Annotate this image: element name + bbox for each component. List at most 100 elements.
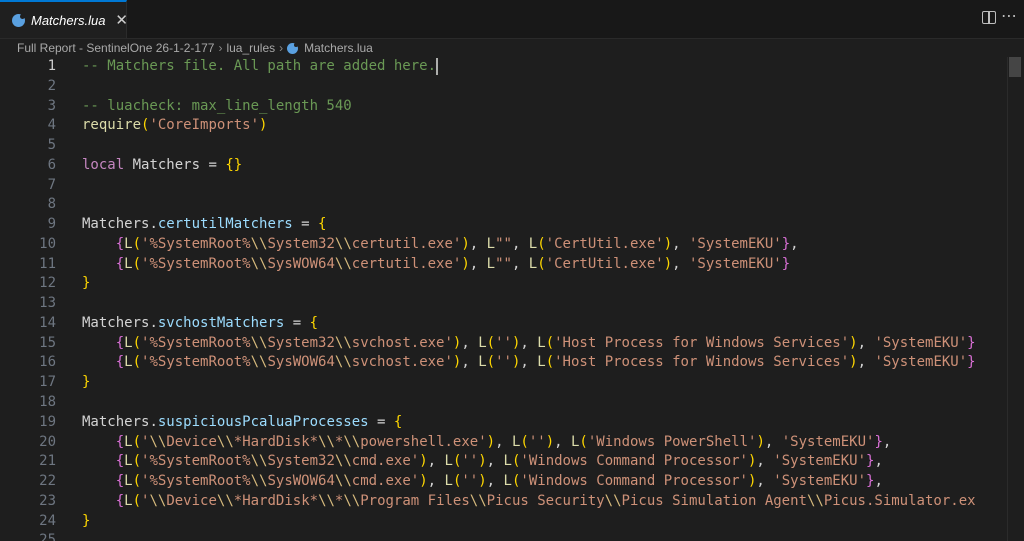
code-token: ): [419, 473, 428, 490]
code-line[interactable]: Matchers.svchostMatchers = {: [82, 314, 1022, 334]
code-token: '': [495, 334, 512, 351]
tab-matchers-lua[interactable]: Matchers.lua ✕: [0, 0, 128, 38]
code-token: L: [124, 492, 133, 509]
line-number: 22: [39, 473, 56, 490]
code-line[interactable]: local Matchers = {}: [82, 156, 1022, 176]
code-token: {: [115, 492, 125, 509]
line-number: 16: [39, 354, 56, 371]
code-token: L: [444, 473, 453, 490]
line-number: 3: [47, 97, 56, 114]
code-token: ,: [427, 453, 445, 470]
split-editor-icon[interactable]: [982, 11, 996, 24]
code-line[interactable]: require('CoreImports'): [82, 116, 1022, 136]
lua-file-icon: [12, 13, 25, 27]
code-token: '': [495, 354, 512, 371]
code-line[interactable]: Matchers.certutilMatchers = {: [82, 215, 1022, 235]
breadcrumb-folder-lua-rules[interactable]: lua_rules: [226, 41, 275, 55]
code-token: (: [132, 235, 142, 252]
code-token: L: [528, 235, 538, 252]
line-number: 17: [39, 374, 56, 391]
code-line[interactable]: {L('%SystemRoot%\\System32\\svchost.exe'…: [82, 334, 1022, 354]
code-token: 'SystemEKU': [781, 433, 875, 450]
code-line[interactable]: }: [82, 274, 1022, 294]
code-editor[interactable]: 1 2 3 4 5 6 7 8 9 10 11 12 13 14 15 16 17 18 19 20 21 22 23 24 2…: [0, 57, 1024, 541]
code-token: .: [149, 413, 158, 430]
line-number: 19: [39, 413, 56, 430]
code-token: svchostMatchers: [157, 314, 285, 331]
code-line[interactable]: {L('\\Device\\*HardDisk*\\*\\Program Fil…: [82, 492, 1022, 512]
code-token: local: [82, 156, 125, 173]
code-token: L: [124, 453, 133, 470]
close-icon[interactable]: ✕: [115, 12, 128, 28]
code-token: (: [132, 473, 142, 490]
breadcrumb-file-label: Matchers.lua: [304, 41, 373, 55]
code-token: ): [461, 235, 470, 252]
code-line[interactable]: [82, 393, 1022, 413]
breadcrumb-folder-root[interactable]: Full Report - SentinelOne 26-1-2-177: [17, 41, 214, 55]
code-token: 'Host Process for Windows Services': [554, 354, 850, 371]
code-token: ): [259, 117, 268, 134]
line-number: 13: [39, 295, 56, 312]
code-token: {: [115, 334, 125, 351]
code-token: }: [874, 433, 883, 450]
code-token: ): [663, 235, 673, 252]
code-line[interactable]: [82, 294, 1022, 314]
code-token: ,: [874, 453, 883, 470]
code-line[interactable]: -- Matchers file. All path are added her…: [82, 57, 1022, 77]
code-token: L: [528, 255, 538, 272]
code-token: \\: [250, 334, 268, 351]
code-token: \\: [806, 492, 824, 509]
code-line[interactable]: [82, 77, 1022, 97]
code-token: \\: [334, 255, 352, 272]
code-token: ): [478, 473, 487, 490]
code-token: \\: [334, 334, 352, 351]
code-token: \\: [250, 354, 268, 371]
text-cursor: [436, 57, 438, 75]
code-line[interactable]: }: [82, 512, 1022, 532]
code-token: certutil.exe': [351, 255, 462, 272]
code-token: =: [368, 413, 394, 430]
code-token: ,: [790, 235, 799, 252]
code-token: ,: [857, 354, 875, 371]
code-token: (: [132, 354, 142, 371]
code-token: '': [461, 453, 479, 470]
code-token: 'SystemEKU': [874, 354, 968, 371]
code-token: \\: [318, 492, 335, 509]
more-actions-icon[interactable]: ⋯: [1001, 6, 1018, 25]
code-token: (: [520, 433, 529, 450]
code-line[interactable]: [82, 176, 1022, 196]
breadcrumb-file[interactable]: Matchers.lua: [287, 41, 373, 55]
vertical-scrollbar[interactable]: [1007, 57, 1024, 541]
code-token: \\: [334, 473, 352, 490]
code-token: ,: [469, 235, 487, 252]
code-line[interactable]: Matchers.suspiciousPcaluaProcesses = {: [82, 413, 1022, 433]
code-line[interactable]: -- luacheck: max_line_length 540: [82, 97, 1022, 117]
line-number: 12: [39, 275, 56, 292]
code-line[interactable]: }: [82, 373, 1022, 393]
code-area[interactable]: -- Matchers file. All path are added her…: [82, 57, 1022, 541]
code-line[interactable]: {L('%SystemRoot%\\SysWOW64\\cmd.exe'), L…: [82, 472, 1022, 492]
code-token: "": [495, 255, 512, 272]
code-line[interactable]: {L('\\Device\\*HardDisk*\\*\\powershell.…: [82, 433, 1022, 453]
code-line[interactable]: [82, 136, 1022, 156]
code-token: {: [318, 216, 327, 233]
code-token: powershell.exe': [360, 433, 487, 450]
code-line[interactable]: {L('%SystemRoot%\\System32\\cmd.exe'), L…: [82, 452, 1022, 472]
code-token: L: [124, 255, 133, 272]
code-line[interactable]: {L('%SystemRoot%\\System32\\certutil.exe…: [82, 235, 1022, 255]
code-line[interactable]: {L('%SystemRoot%\\SysWOW64\\svchost.exe'…: [82, 353, 1022, 373]
code-token: System32: [267, 334, 335, 351]
code-token: ,: [495, 433, 512, 450]
code-line[interactable]: [82, 531, 1022, 541]
code-token: certutil.exe': [351, 235, 462, 252]
line-number: 24: [39, 512, 56, 529]
code-token: suspiciousPcaluaProcesses: [157, 413, 369, 430]
code-token: (: [132, 433, 142, 450]
scrollbar-slider[interactable]: [1009, 57, 1021, 77]
code-token: (: [537, 235, 546, 252]
code-line[interactable]: [82, 195, 1022, 215]
code-token: cmd.exe': [351, 473, 420, 490]
code-line[interactable]: {L('%SystemRoot%\\SysWOW64\\certutil.exe…: [82, 255, 1022, 275]
